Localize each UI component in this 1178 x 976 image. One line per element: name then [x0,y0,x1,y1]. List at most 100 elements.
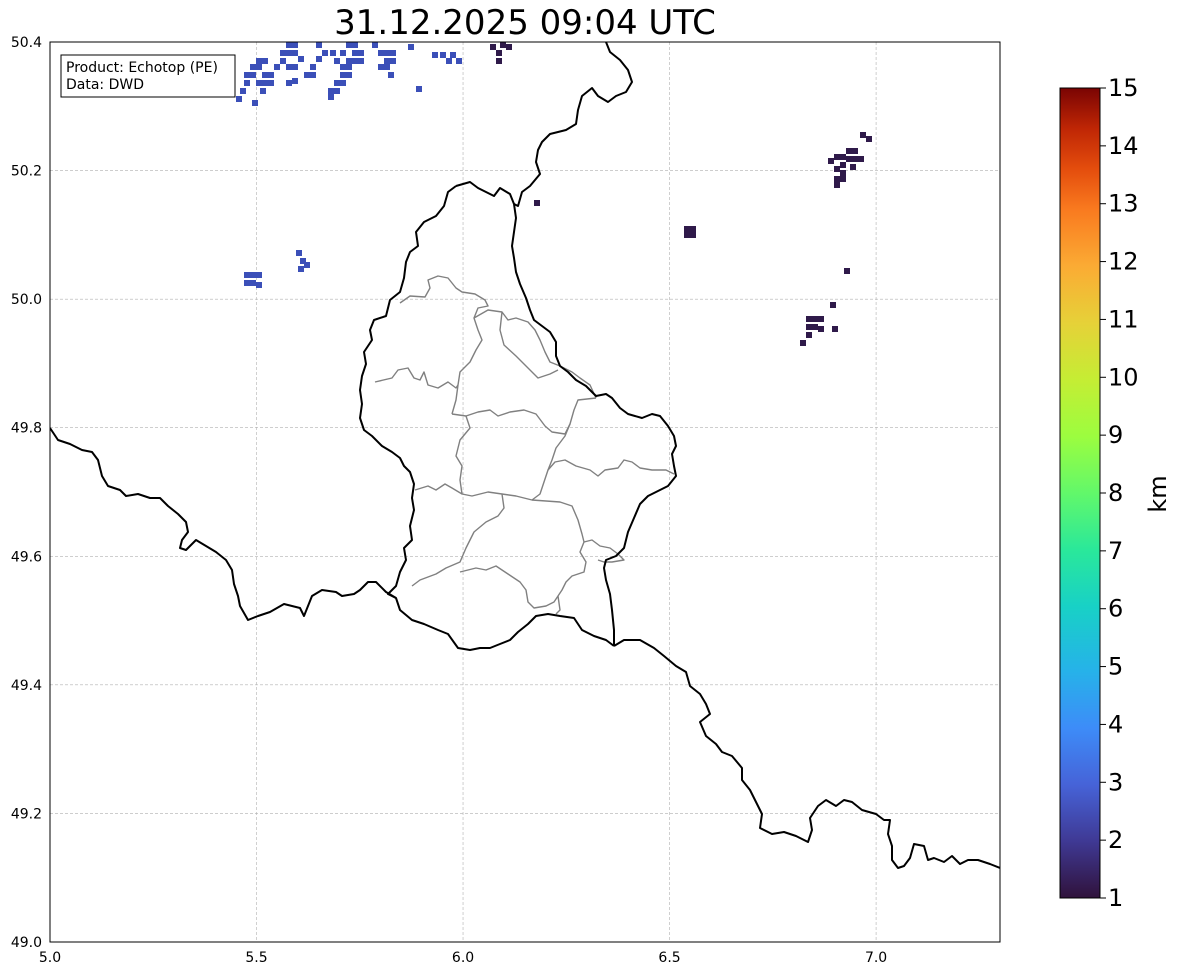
echo-cell [252,100,258,106]
echo-cell [240,88,246,94]
echo-cell [334,88,340,94]
echo-cell [384,58,390,64]
echo-cell [346,64,352,70]
echo-cell [286,42,292,48]
echo-cell [280,58,286,64]
echo-cell [328,88,334,94]
echo-cell [310,64,316,70]
echo-cell [384,50,390,56]
x-tick-label: 5.0 [39,950,61,966]
echo-cell [858,156,864,162]
echo-cell [262,80,268,86]
echo-cell [340,64,346,70]
echo-cell [340,72,346,78]
echo-cell [866,136,872,142]
echo-cell [690,226,696,232]
echo-cell [268,80,274,86]
echo-cell [328,94,334,100]
echo-cell [378,50,384,56]
colorbar-tick-label: 14 [1108,132,1139,160]
echo-cell [840,170,846,176]
echo-cell [236,96,242,102]
echo-cell [846,148,852,154]
echo-cell [274,64,280,70]
info-box: Product: Echotop (PE) Data: DWD [60,54,236,98]
echo-cell [358,58,364,64]
echo-cell [684,232,690,238]
echo-cell [834,176,840,182]
colorbar-tick-label: 7 [1108,537,1123,565]
y-tick-label: 50.4 [11,35,42,51]
y-tick-label: 49.0 [11,935,42,951]
echo-cell [250,280,256,286]
y-tick-label: 49.8 [11,421,42,437]
echo-cell [806,316,812,322]
colorbar-tick-label: 12 [1108,248,1139,276]
colorbar-tick-label: 4 [1108,710,1123,738]
echo-cell [262,72,268,78]
echo-cell [852,156,858,162]
echo-cell [830,302,836,308]
echo-cell [352,50,358,56]
echo-cell [292,78,298,84]
echo-cell [256,58,262,64]
echo-cell [390,58,396,64]
echo-cell [358,50,364,56]
echo-cell [506,44,512,50]
colorbar-tick-label: 9 [1108,421,1123,449]
echo-cell [844,268,850,274]
echo-cell [346,58,352,64]
echo-cell [316,56,322,62]
echo-cell [340,80,346,86]
echo-cell [840,176,846,182]
echo-cell [250,272,256,278]
echo-cell [500,42,506,48]
echo-cell [834,166,840,172]
echo-cell [818,316,824,322]
echo-cell [322,50,328,56]
echo-cell [280,50,286,56]
echo-cell [496,50,502,56]
echo-cell [346,72,352,78]
colorbar-tick-label: 8 [1108,479,1123,507]
colorbar [1059,87,1101,899]
info-product: Product: Echotop (PE) [66,60,218,76]
map-title: 31.12.2025 09:04 UTC [334,3,716,43]
echo-cell [286,80,292,86]
echo-cell [690,232,696,238]
echo-cell [316,42,322,48]
echo-cell [340,50,346,56]
echo-cell [352,58,358,64]
colorbar-tick-label: 1 [1108,884,1123,912]
echo-cell [384,64,390,70]
y-tick-label: 49.2 [11,806,42,822]
colorbar-tick-label: 13 [1108,190,1139,218]
echo-cell [250,64,256,70]
colorbar-ticks: 123456789101112131415 [1100,74,1139,912]
echo-cell [850,164,856,170]
echo-cell [496,58,502,64]
y-tick-label: 49.4 [11,678,42,694]
echo-cell [446,58,452,64]
colorbar-tick-label: 10 [1108,363,1139,391]
echo-cell [244,80,250,86]
echo-cell [330,50,336,56]
echo-cell [334,58,340,64]
echo-cell [268,72,274,78]
x-tick-label: 7.0 [865,950,887,966]
echo-cell [834,182,840,188]
echo-cell [260,88,266,94]
echo-cell [834,154,840,160]
echo-cell [304,262,310,268]
echo-cell [806,324,812,330]
echo-cell [286,50,292,56]
echo-cell [852,148,858,154]
echo-cell [440,52,446,58]
colorbar-tick-label: 15 [1108,74,1139,102]
echo-cell [432,52,438,58]
echo-cell [828,158,834,164]
echo-cell [298,56,304,62]
echo-cell [812,316,818,322]
x-tick-label: 5.5 [245,950,267,966]
echo-cell [256,64,262,70]
